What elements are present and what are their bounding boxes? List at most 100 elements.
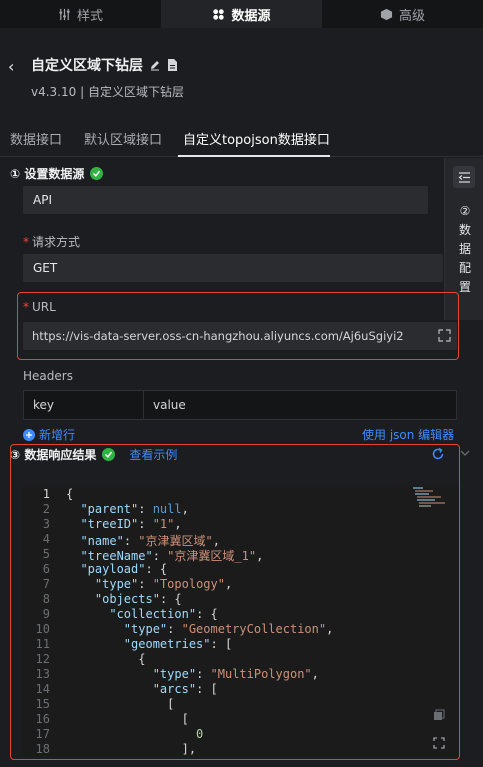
component-header: ‹ 自定义区域下钻层 v4.3.10 | 自定义区域下钻层: [0, 28, 483, 108]
code-text: "payload": {: [80, 562, 168, 576]
tab-style[interactable]: 样式: [0, 0, 161, 28]
code-line: 14 "arcs": [: [22, 682, 459, 697]
chevron-down-icon[interactable]: [460, 448, 470, 458]
code-text: "treeName": "京津冀区域_1",: [80, 549, 264, 563]
headers-key-cell[interactable]: key: [24, 391, 144, 419]
line-number: 2: [42, 502, 50, 516]
line-number: 1: [42, 487, 50, 501]
code-text: [: [66, 697, 175, 711]
title-text: 自定义区域下钻层: [31, 58, 143, 74]
line-number: 14: [35, 682, 50, 696]
code-text: "objects": {: [94, 592, 182, 606]
source-type-select[interactable]: API: [23, 186, 428, 214]
tab-custom-topojson-interface[interactable]: 自定义topojson数据接口: [183, 129, 330, 148]
datasource-tabs: 数据接口 默认区域接口 自定义topojson数据接口: [0, 117, 483, 157]
line-number: 18: [35, 742, 50, 756]
collapse-list-icon: [458, 171, 470, 183]
tab-default-region-interface[interactable]: 默认区域接口: [84, 129, 162, 148]
collapse-panel-button[interactable]: [453, 166, 475, 188]
line-number: 15: [35, 697, 50, 711]
line-number: 12: [35, 652, 50, 666]
page-title: 自定义区域下钻层: [31, 55, 178, 75]
code-line: 11 "geometries": [: [22, 637, 459, 652]
url-input[interactable]: https://vis-data-server.oss-cn-hangzhou.…: [23, 322, 457, 350]
data-config-label: ② 数据配置: [458, 204, 471, 294]
success-check-icon: [90, 166, 104, 180]
tab-datasource[interactable]: 数据源: [161, 0, 322, 28]
line-number: 4: [42, 532, 50, 546]
copy-icon[interactable]: [433, 709, 445, 721]
active-tab-indicator: [178, 155, 330, 157]
code-text: [: [66, 712, 189, 726]
code-text: "parent": null,: [80, 502, 189, 516]
line-number: 13: [35, 667, 50, 681]
expand-icon[interactable]: [438, 329, 451, 342]
code-line: 2 "parent": null,: [22, 502, 459, 517]
headers-table: key value: [23, 390, 457, 420]
edit-pencil-icon[interactable]: [149, 59, 161, 71]
tab-advanced-label: 高级: [398, 8, 425, 24]
line-number: 6: [42, 562, 50, 576]
code-line: 5 "treeName": "京津冀区域_1",: [22, 547, 459, 563]
back-chevron-icon[interactable]: ‹: [8, 57, 14, 76]
tab-style-label: 样式: [76, 8, 103, 24]
code-line: 7 "type": "Topology",: [22, 577, 459, 592]
tab-datasource-label: 数据源: [231, 8, 271, 24]
code-line: 6 "payload": {: [22, 562, 459, 577]
code-line: 16 [: [22, 712, 459, 727]
version-subtitle: v4.3.10 | 自定义区域下钻层: [31, 85, 184, 99]
code-text: "type": "GeometryCollection",: [123, 622, 334, 636]
line-number: 7: [42, 577, 50, 591]
line-number: 3: [42, 517, 50, 531]
section1-title: ① 设置数据源: [10, 166, 85, 181]
code-line: 3 "treeID": "1",: [22, 517, 459, 532]
code-text: "arcs": [: [152, 682, 218, 696]
code-text: {: [66, 652, 146, 666]
code-text: "geometries": [: [123, 637, 233, 651]
code-text: ],: [66, 742, 197, 756]
plus-circle-icon: [23, 428, 35, 441]
line-number: 8: [42, 592, 50, 606]
code-line: 18 ],: [22, 742, 459, 756]
code-line: 8 "objects": {: [22, 592, 459, 607]
code-line: 17 0: [22, 727, 459, 742]
line-number: 10: [35, 622, 50, 636]
line-number: 5: [42, 547, 50, 561]
code-text: "collection": {: [109, 607, 218, 621]
code-line: 15 [: [22, 697, 459, 712]
use-json-editor-link[interactable]: 使用 json 编辑器: [362, 426, 454, 443]
code-line: 13 "type": "MultiPolygon",: [22, 667, 459, 682]
url-label: * URL: [23, 300, 56, 314]
method-select[interactable]: GET: [23, 254, 443, 282]
tab-data-interface[interactable]: 数据接口: [10, 129, 62, 148]
top-tab-bar: 样式 数据源 高级: [0, 0, 483, 28]
code-line: 4 "name": "京津冀区域",: [22, 532, 459, 548]
code-text: "type": "Topology",: [94, 577, 233, 591]
code-text: {: [66, 487, 74, 501]
line-number: 17: [35, 727, 50, 741]
line-number: 16: [35, 712, 50, 726]
headers-value-cell[interactable]: value: [144, 391, 186, 419]
code-text: "type": "MultiPolygon",: [152, 667, 319, 681]
code-text: "name": "京津冀区域",: [80, 534, 220, 548]
tab-advanced[interactable]: 高级: [322, 0, 483, 28]
method-label: * 请求方式: [23, 235, 81, 249]
sliders-icon: [59, 8, 70, 20]
json-code-editor[interactable]: 1{2 "parent": null, 3 "treeID": "1", 4 "na…: [22, 486, 459, 756]
url-value: https://vis-data-server.oss-cn-hangzhou.…: [32, 329, 404, 343]
datasource-icon: [213, 8, 225, 20]
code-line: 9 "collection": {: [22, 607, 459, 622]
document-icon[interactable]: [167, 59, 178, 71]
add-row-button[interactable]: 新增行: [23, 426, 75, 443]
fullscreen-icon[interactable]: [433, 737, 445, 749]
code-text: "treeID": "1",: [80, 517, 182, 531]
code-text: 0: [196, 727, 204, 741]
code-line: 1{: [22, 487, 459, 502]
section-set-datasource: ① 设置数据源: [0, 158, 444, 188]
code-line: 12 {: [22, 652, 459, 667]
headers-label: Headers: [23, 369, 73, 383]
cube-icon: [380, 8, 393, 20]
code-line: 10 "type": "GeometryCollection",: [22, 622, 459, 637]
code-minimap[interactable]: [411, 486, 451, 516]
line-number: 9: [42, 607, 50, 621]
